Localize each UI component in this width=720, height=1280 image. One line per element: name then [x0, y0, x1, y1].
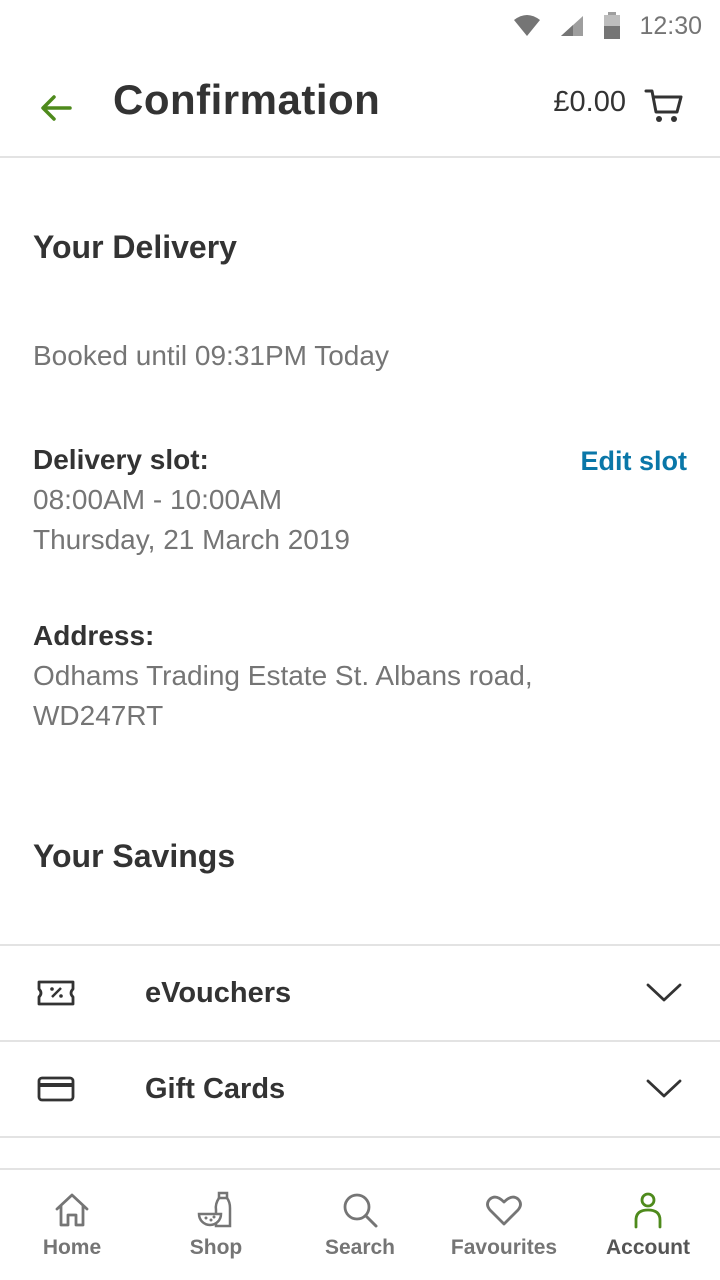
- address-label: Address:: [33, 620, 155, 651]
- status-bar: 12:30: [0, 0, 720, 52]
- evouchers-accordion[interactable]: eVouchers: [0, 944, 720, 1040]
- delivery-slot-label: Delivery slot:: [33, 444, 209, 475]
- evouchers-label: eVouchers: [145, 976, 292, 1009]
- nav-search[interactable]: Search: [288, 1170, 432, 1280]
- cart-total[interactable]: £0.00: [553, 86, 626, 119]
- gift-cards-label: Gift Cards: [145, 1072, 286, 1105]
- shop-icon: [197, 1191, 232, 1228]
- card-icon: [37, 1076, 75, 1102]
- account-icon: [634, 1192, 662, 1229]
- nav-home-label: Home: [42, 1236, 102, 1259]
- nav-search-label: Search: [324, 1236, 396, 1259]
- delivery-section-title: Your Delivery: [33, 229, 237, 265]
- signal-icon: [561, 16, 584, 36]
- app-header: Confirmation £0.00: [0, 52, 720, 158]
- divider: [0, 1136, 720, 1138]
- back-arrow-icon[interactable]: [36, 88, 76, 128]
- status-time: 12:30: [639, 11, 702, 40]
- address-block: Address: Odhams Trading Estate St. Alban…: [33, 616, 673, 736]
- home-icon: [55, 1193, 89, 1227]
- nav-favourites[interactable]: Favourites: [432, 1170, 576, 1280]
- nav-home[interactable]: Home: [0, 1170, 144, 1280]
- nav-shop[interactable]: Shop: [144, 1170, 288, 1280]
- chevron-down-icon: [646, 983, 682, 1002]
- nav-favourites-label: Favourites: [450, 1236, 558, 1259]
- page-title: Confirmation: [113, 76, 381, 123]
- address-line-1: Odhams Trading Estate St. Albans road,: [33, 660, 533, 691]
- gift-cards-accordion[interactable]: Gift Cards: [0, 1040, 720, 1136]
- nav-account-label: Account: [606, 1236, 690, 1259]
- battery-icon: [604, 12, 621, 39]
- nav-account[interactable]: Account: [576, 1170, 720, 1280]
- search-icon: [343, 1193, 378, 1228]
- delivery-slot-time: 08:00AM - 10:00AM: [33, 484, 283, 515]
- booked-until-text: Booked until 09:31PM Today: [33, 340, 389, 371]
- edit-slot-link[interactable]: Edit slot: [581, 446, 688, 477]
- nav-shop-label: Shop: [189, 1236, 243, 1259]
- wifi-icon: [514, 15, 541, 36]
- voucher-icon: [37, 980, 75, 1006]
- cart-icon[interactable]: [644, 86, 684, 126]
- heart-icon: [486, 1195, 522, 1226]
- chevron-down-icon: [646, 1079, 682, 1098]
- savings-section-title: Your Savings: [33, 838, 236, 874]
- delivery-slot-date: Thursday, 21 March 2019: [33, 524, 350, 555]
- delivery-slot-block: Delivery slot: 08:00AM - 10:00AM Thursda…: [33, 440, 350, 560]
- bottom-navigation: Home Shop Search Favourites Account: [0, 1168, 720, 1280]
- address-line-2: WD247RT: [33, 700, 164, 731]
